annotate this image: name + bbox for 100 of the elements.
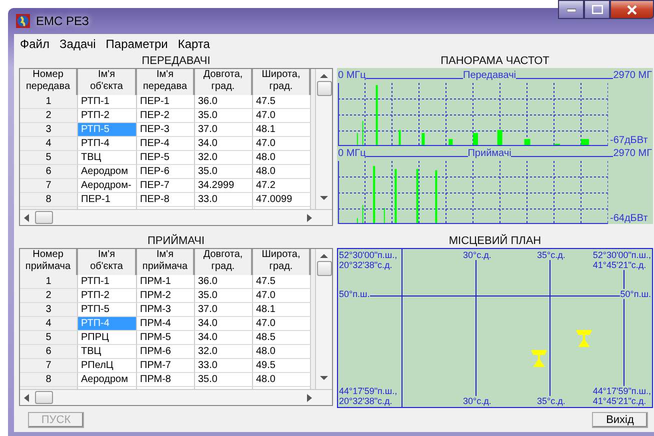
scroll-left-icon[interactable] [24,214,29,222]
table-cell[interactable]: РТП-2 [78,289,137,303]
coordinate-label: 30°с.д. [463,396,492,406]
panel-label: Передавачі [463,70,516,81]
data-table[interactable] [19,248,333,406]
scroll-up-icon[interactable] [320,253,328,259]
table-cell: 32.0 [195,345,253,359]
table-cell: 6 [20,345,78,359]
spectrum-bar [376,85,378,145]
table-cell: ПЕР-5 [137,151,195,165]
table-cell: 47.2 [253,179,311,193]
table-cell: 7 [20,179,78,193]
scroll-down-icon[interactable] [320,195,328,201]
coordinate-label: 50°п.ш. [339,289,370,299]
table-cell: ПРМ-8 [137,373,195,387]
table-cell: 4 [20,137,78,151]
menu-item[interactable]: Карта [178,37,210,51]
menu-item[interactable]: Параметри [106,37,168,51]
table-cell: 36.0 [195,95,253,109]
section-title: ПРИЙМАЧІ [146,234,206,248]
table-cell: ПЕР-3 [137,123,195,137]
antenna-icon [576,329,592,347]
maximize-icon [592,5,602,14]
table-cell[interactable]: Аеродром- [78,179,137,193]
table-cell: 47.0 [253,109,311,123]
table-cell[interactable]: РПРЦ [78,331,137,345]
table-cell: 8 [20,373,78,387]
table-cell: 47.0 [253,137,311,151]
table-cell[interactable]: РТП-2 [78,109,137,123]
table-cell: ПЕР-4 [137,137,195,151]
table-cell: 47.0 [253,317,311,331]
exit-button[interactable]: Вихід [592,412,648,428]
section-title: МІСЦЕВИЙ ПЛАН [448,234,542,248]
menu-item[interactable]: Файл [20,37,50,51]
table-cell: 32.0 [195,151,253,165]
spectrum-bar [394,169,397,223]
table-cell: 48.0 [253,345,311,359]
scroll-thumb[interactable] [316,81,332,96]
coordinate-label: 35°с.д. [537,250,566,260]
table-cell: 48.0 [253,151,311,165]
coordinate-label: 30°с.д. [463,250,492,260]
table-cell[interactable]: РТП-1 [78,275,137,289]
table-cell: ПРМ-4 [137,317,195,331]
table-cell: 5 [20,151,78,165]
frequency-label: 0 МГц [338,70,366,81]
table-cell: 47.5 [253,275,311,289]
level-label: -67дБВт [609,135,648,146]
table-cell[interactable]: ТВЦ [78,151,137,165]
globe-icon [16,14,30,28]
table-cell[interactable]: РТП-5 [78,303,137,317]
table-cell: 35.0 [195,373,253,387]
table-cell: 37.0 [195,303,253,317]
table-cell: ПРМ-2 [137,289,195,303]
scroll-right-icon[interactable] [307,394,312,402]
table-cell: 3 [20,123,78,137]
table-cell: 6 [20,165,78,179]
table-cell: ПЕР-8 [137,193,195,207]
minimize-button[interactable] [558,0,584,19]
table-cell: ПЕР-1 [137,95,195,109]
table-cell[interactable]: ТВЦ [78,345,137,359]
table-cell: 1 [20,95,78,109]
scroll-thumb[interactable] [35,211,53,224]
menu-item[interactable]: Задачі [60,37,96,51]
maximize-button[interactable] [584,0,610,19]
table-cell[interactable]: РТП-1 [78,95,137,109]
level-label: -64дБВт [609,213,648,224]
table-cell: 48.1 [253,303,311,317]
table-cell: 34.0 [195,137,253,151]
window-title: ЕМС РЕЗ [36,14,89,28]
table-cell: 34.0 [195,317,253,331]
data-table[interactable] [19,68,333,226]
table-cell: 34.2999 [195,179,253,193]
scroll-left-icon[interactable] [24,394,29,402]
table-cell: 36.0 [195,275,253,289]
table-cell: 35.0 [195,289,253,303]
table-cell: 8 [20,193,78,207]
table-cell[interactable]: Аеродром [78,165,137,179]
scroll-up-icon[interactable] [320,73,328,79]
coordinate-label: 52°30'00"п.ш., 41°45'21"с.д. [592,250,651,270]
table-cell: 35.0 [195,109,253,123]
table-cell: ПЕР-2 [137,109,195,123]
scroll-thumb[interactable] [316,261,332,276]
table-cell[interactable]: РПелЦ [78,359,137,373]
spectrum-bar [373,166,376,223]
table-cell: 4 [20,317,78,331]
table-cell[interactable]: Аеродром [78,373,137,387]
close-button[interactable] [610,0,654,19]
spectrum-bar [497,130,502,145]
table-cell[interactable]: РТП-4 [78,137,137,151]
table-cell: 33.0 [195,193,253,207]
panel-label: Приймачі [468,148,512,159]
scroll-down-icon[interactable] [320,375,328,381]
spectrum-bar [398,130,401,145]
frequency-label: 2970 МГ [613,70,652,81]
scroll-thumb[interactable] [35,391,53,404]
table-cell[interactable]: ПЕР-1 [78,193,137,207]
scroll-right-icon[interactable] [307,214,312,222]
table-cell: 2 [20,289,78,303]
spectrum-bar [422,133,425,145]
table-cell: 35.0 [195,165,253,179]
